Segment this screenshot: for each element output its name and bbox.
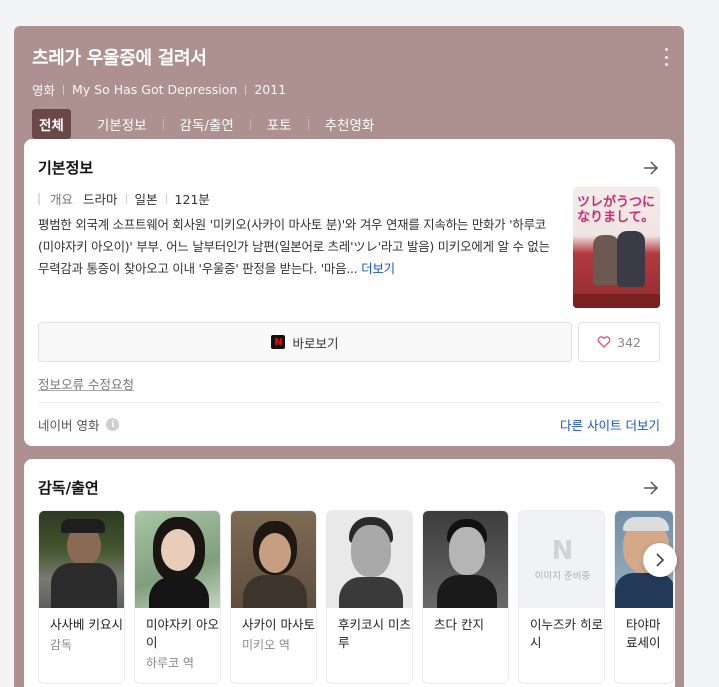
netflix-icon: N: [271, 335, 286, 349]
watch-button[interactable]: N 바로보기: [38, 322, 572, 362]
cast-title[interactable]: 감독/출연: [38, 477, 99, 498]
cast-card: 감독/출연 사사베 키요시 감독 미야자키 아오이 하루코 역 사카이 마사토 …: [24, 459, 677, 687]
person-role: [327, 652, 412, 654]
person-photo: [231, 511, 316, 608]
divider: [38, 402, 660, 403]
tab-all[interactable]: 전체: [32, 109, 71, 139]
movie-panel: 츠레가 우울증에 걸려서 영화 My So Has Got Depression…: [14, 26, 684, 687]
movie-poster[interactable]: ツレがうつになりまして。: [573, 187, 660, 308]
movie-title[interactable]: 츠레가 우울증에 걸려서: [32, 44, 666, 70]
person-role: [519, 652, 604, 654]
poster-title: ツレがうつになりまして。: [577, 195, 656, 225]
tab-photo[interactable]: 포토: [260, 109, 299, 139]
heart-icon: [597, 336, 611, 348]
synopsis-text: 평범한 외국계 소프트웨어 회사원 '미키오(사카이 마사토 분)'와 겨우 연…: [38, 217, 550, 276]
person-photo: [423, 511, 508, 608]
more-link[interactable]: 더보기: [361, 261, 395, 276]
cast-item[interactable]: 미야자키 아오이 하루코 역: [134, 510, 221, 684]
tab-basic-info[interactable]: 기본정보: [90, 109, 154, 139]
no-image-placeholder: N 이미지 준비중: [519, 511, 604, 608]
cast-item[interactable]: 사카이 마사토 미키오 역: [230, 510, 317, 684]
person-role: 하루코 역: [146, 656, 194, 670]
no-image-text: 이미지 준비중: [534, 570, 591, 582]
person-name: 츠다 칸지: [434, 617, 484, 632]
cast-list: 사사베 키요시 감독 미야자키 아오이 하루코 역 사카이 마사토 미키오 역 …: [38, 510, 674, 684]
cast-item[interactable]: 사사베 키요시 감독: [38, 510, 125, 684]
source: 네이버 영화 i: [38, 415, 120, 434]
person-photo: [39, 511, 124, 608]
overview-label: 개요: [50, 192, 74, 207]
chevron-right-icon: [656, 553, 665, 567]
person-role: 미키오 역: [242, 638, 290, 652]
more-vertical-icon[interactable]: [662, 48, 670, 66]
like-count: 342: [617, 334, 641, 350]
info-icon[interactable]: i: [106, 418, 120, 431]
overview-row: 개요 드라마 일본 121분: [38, 189, 210, 208]
arrow-right-icon[interactable]: [643, 480, 659, 495]
genre[interactable]: 드라마: [83, 189, 118, 208]
watch-label: 바로보기: [292, 335, 339, 351]
synopsis: 평범한 외국계 소프트웨어 회사원 '미키오(사카이 마사토 분)'와 겨우 연…: [38, 214, 553, 280]
person-role: [423, 634, 508, 636]
tab-cast[interactable]: 감독/출연: [173, 109, 241, 139]
source-label: 네이버 영화: [38, 418, 100, 433]
person-name: 타야마 료세이: [626, 617, 661, 650]
naver-logo-icon: N: [551, 535, 574, 566]
cast-item[interactable]: N 이미지 준비중 이누즈카 히로시: [518, 510, 605, 684]
person-photo: [135, 511, 220, 608]
report-error-link[interactable]: 정보오류 수정요청: [38, 374, 134, 393]
cast-item[interactable]: 츠다 칸지: [422, 510, 509, 684]
movie-meta: 영화 My So Has Got Depression 2011: [32, 80, 666, 99]
meta-year: 2011: [254, 82, 287, 97]
person-photo: [327, 511, 412, 608]
person-name: 후키코시 미츠루: [338, 617, 411, 650]
meta-original-title: My So Has Got Depression: [72, 82, 238, 97]
country[interactable]: 일본: [135, 189, 158, 208]
person-name: 사사베 키요시: [50, 617, 123, 632]
tab-recommended[interactable]: 추천영화: [318, 109, 382, 139]
arrow-right-icon[interactable]: [643, 160, 659, 175]
person-name: 사카이 마사토: [242, 617, 315, 632]
runtime: 121분: [174, 192, 210, 207]
basic-info-card: 기본정보 개요 드라마 일본 121분 평범한 외국계 소프트웨어 회사원 '미…: [24, 139, 675, 446]
other-sites-link[interactable]: 다른 사이트 더보기: [560, 415, 660, 434]
cast-item[interactable]: 타야마 료세이: [614, 510, 674, 684]
person-name: 미야자키 아오이: [146, 617, 219, 650]
cast-item[interactable]: 후키코시 미츠루: [326, 510, 413, 684]
tab-bar: 전체 기본정보 감독/출연 포토 추천영화: [32, 109, 666, 139]
movie-header: 츠레가 우울증에 걸려서 영화 My So Has Got Depression…: [14, 26, 684, 139]
person-role: [615, 652, 673, 654]
person-role: 감독: [50, 638, 73, 652]
basic-info-title[interactable]: 기본정보: [38, 157, 93, 178]
meta-type: 영화: [32, 83, 56, 98]
next-button[interactable]: [643, 543, 677, 577]
like-button[interactable]: 342: [578, 322, 660, 362]
person-name: 이누즈카 히로시: [530, 617, 603, 650]
